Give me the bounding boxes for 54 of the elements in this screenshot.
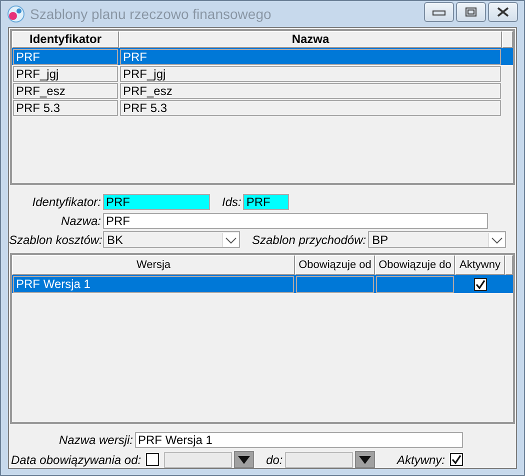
table-cell: PRF 5.3: [120, 100, 501, 116]
date-to-field[interactable]: [284, 452, 353, 468]
name-field[interactable]: PRF: [103, 212, 488, 228]
maximize-icon: [465, 7, 477, 17]
field-label: Szablon kosztów:: [9, 232, 101, 246]
field-label: Ids:: [222, 194, 242, 208]
minimize-icon: [432, 8, 446, 16]
table-row[interactable]: PRF_jgj PRF_jgj: [12, 65, 513, 82]
table-row[interactable]: PRF_esz PRF_esz: [12, 82, 513, 99]
table-cell: PRF_esz: [120, 83, 501, 99]
table-row[interactable]: PRF 5.3 PRF 5.3: [12, 99, 513, 116]
field-label: Aktywny:: [396, 452, 445, 466]
field-label: Data obowiązywania od:: [11, 452, 142, 466]
dropdown-button[interactable]: [354, 451, 375, 468]
maximize-button[interactable]: [456, 2, 486, 22]
column-header[interactable]: Wersja: [12, 255, 295, 275]
field-label: Nazwa wersji:: [58, 432, 133, 446]
revenue-template-dropdown[interactable]: BP: [368, 231, 506, 248]
table-cell: PRF Wersja 1: [13, 276, 294, 293]
column-header[interactable]: Identyfikator: [12, 31, 119, 48]
triangle-down-icon: [237, 454, 252, 464]
chevron-down-icon: [222, 232, 239, 246]
checkbox[interactable]: [474, 278, 486, 291]
version-name-field[interactable]: PRF Wersja 1: [135, 432, 463, 448]
minimize-button[interactable]: [424, 2, 454, 22]
table-cell: PRF_jgj: [120, 66, 501, 82]
cost-template-dropdown[interactable]: BK: [103, 231, 240, 248]
triangle-down-icon: [358, 454, 372, 464]
chevron-down-icon: [488, 232, 506, 246]
column-header[interactable]: Obowiązuje do: [375, 255, 455, 275]
field-label: Nazwa:: [60, 214, 101, 228]
close-button[interactable]: [488, 2, 518, 22]
table-cell: PRF 5.3: [13, 100, 118, 116]
ids-field[interactable]: PRF: [243, 194, 290, 210]
table-cell: PRF: [120, 49, 501, 65]
dropdown-button[interactable]: [234, 451, 254, 468]
identifier-field[interactable]: PRF: [103, 194, 210, 210]
checkbox[interactable]: [450, 453, 463, 466]
field-label: do:: [266, 452, 283, 466]
column-header[interactable]: Obowiązuje od: [295, 255, 375, 275]
window-title: Szablony planu rzeczowo finansowego: [30, 6, 272, 22]
app-logo-icon: [7, 5, 25, 23]
close-icon: [497, 7, 509, 17]
table-row[interactable]: PRF PRF: [12, 48, 513, 65]
table-row[interactable]: PRF Wersja 1: [12, 275, 513, 293]
checkbox[interactable]: [146, 453, 160, 466]
column-header[interactable]: Aktywny: [455, 255, 505, 275]
table-cell: PRF_jgj: [13, 66, 118, 82]
field-label: Szablon przychodów:: [252, 232, 366, 246]
table-cell: PRF_esz: [13, 83, 118, 99]
table-cell: PRF: [13, 49, 118, 65]
field-label: Identyfikator:: [31, 194, 101, 208]
date-from-field[interactable]: [164, 452, 232, 468]
column-header[interactable]: Nazwa: [119, 31, 502, 48]
